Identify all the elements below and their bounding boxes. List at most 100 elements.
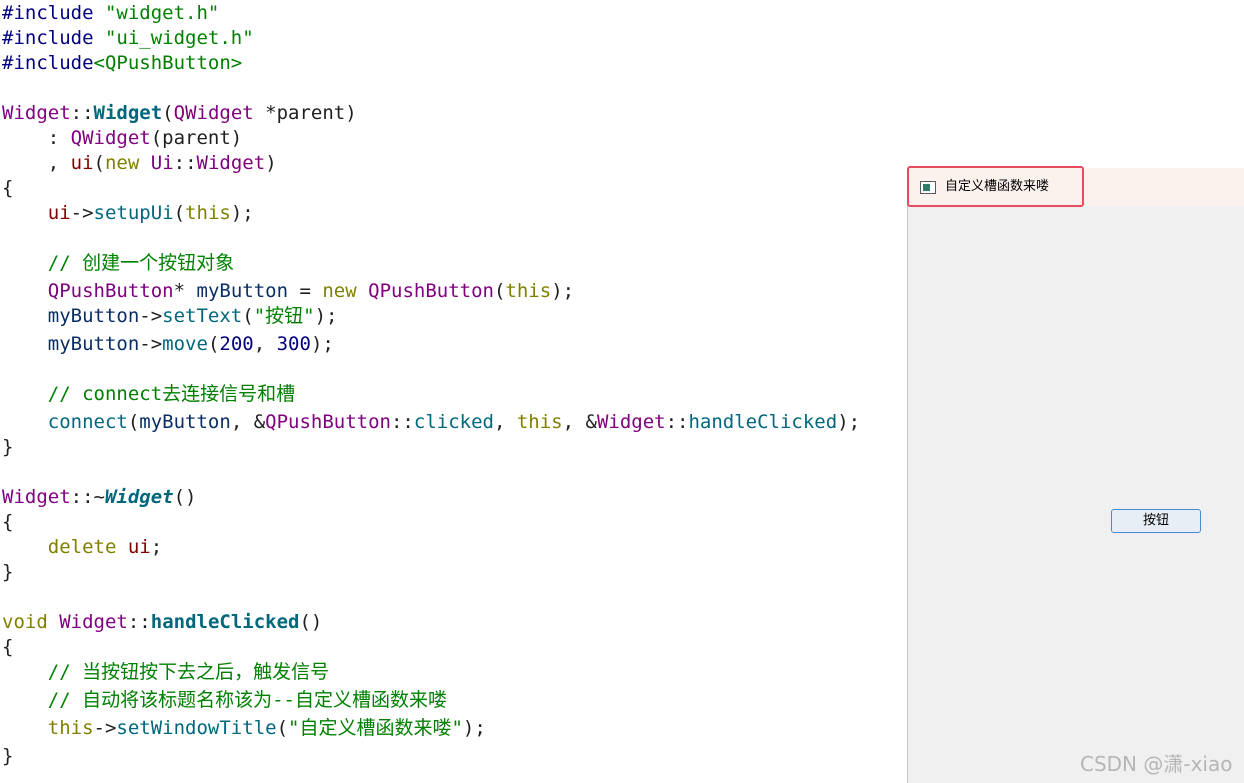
code-token: "widget.h" (104, 2, 220, 24)
code-token: Widget (104, 486, 174, 508)
code-token: myButton (196, 280, 289, 302)
code-token: #include (2, 52, 94, 74)
code-token: ); (314, 305, 338, 327)
code-token: ); (310, 333, 334, 355)
code-token: { (2, 636, 14, 658)
code-token: } (2, 436, 14, 458)
code-token: setupUi (93, 202, 174, 224)
code-token: ( (493, 280, 506, 302)
code-token: () (299, 611, 323, 633)
code-token: Widget (196, 152, 266, 174)
code-token: ); (551, 280, 575, 302)
code-token: ); (462, 717, 486, 739)
code-token: QPushButton (368, 280, 494, 302)
code-token: QWidget (173, 102, 254, 124)
code-token: Widget (93, 102, 163, 124)
code-token: ); (837, 411, 861, 433)
code-line: void Widget::handleClicked() (2, 610, 322, 635)
code-token: ui (127, 536, 151, 558)
code-token: handleClicked (150, 611, 300, 633)
code-token: connect (47, 411, 128, 433)
code-token: :: (173, 152, 197, 174)
code-token: myButton (47, 305, 140, 327)
code-token: myButton (47, 333, 140, 355)
code-token: #include (2, 2, 94, 24)
code-token: , (253, 333, 277, 355)
code-token: Widget (596, 411, 666, 433)
code-line: connect(myButton , & QPushButton::clicked,… (2, 410, 860, 435)
qt-app-window[interactable]: 自定义槽函数来喽 按钮 (907, 166, 1244, 783)
code-token: QPushButton (47, 280, 174, 302)
code-token: , (493, 411, 517, 433)
code-token: setText (162, 305, 243, 327)
code-token: 300 (276, 333, 311, 355)
code-token: <QPushButton> (93, 52, 243, 74)
code-token: setWindowTitle (116, 717, 277, 739)
code-token: "ui_widget.h" (104, 27, 254, 49)
code-line: // connect去连接信号和槽 (2, 382, 295, 407)
code-token: // connect去连接信号和槽 (2, 383, 296, 405)
code-line: myButton->setText("按钮"); (2, 304, 338, 329)
push-button[interactable]: 按钮 (1111, 509, 1201, 533)
code-token: = (288, 280, 323, 302)
code-token: * (173, 280, 197, 302)
window-titlebar[interactable]: 自定义槽函数来喽 (907, 166, 1244, 207)
code-token: Widget (2, 486, 71, 508)
code-token: QPushButton (265, 411, 391, 433)
code-token: myButton (139, 411, 231, 433)
code-token: : (2, 127, 71, 149)
code-token: // 自动将该标题名称该为--自定义槽函数来喽 (2, 689, 447, 711)
code-token: { (2, 177, 14, 199)
code-line: } (2, 560, 13, 585)
code-token: *parent) (253, 102, 357, 124)
code-token: :: (665, 411, 689, 433)
code-token: QWidget (70, 127, 151, 149)
code-line: Widget::Widget(QWidget *parent) (2, 101, 357, 126)
code-token: Widget (2, 102, 71, 124)
code-token: new (322, 280, 357, 302)
code-token: ( (242, 305, 254, 327)
code-token: ( (162, 102, 174, 124)
code-line: Widget::~Widget() (2, 485, 197, 510)
code-token: "自定义槽函数来喽" (288, 717, 463, 739)
code-line: myButton->move(200, 300); (2, 332, 334, 357)
code-line: #include "ui_widget.h" (2, 26, 254, 51)
code-token: , & (562, 411, 597, 433)
code-token: this (47, 717, 94, 739)
code-line: #include<QPushButton> (2, 51, 242, 76)
code-line: // 当按钮按下去之后，触发信号 (2, 660, 329, 685)
code-line: } (2, 744, 13, 769)
code-token: ( (93, 152, 105, 174)
code-token: ::~ (70, 486, 105, 508)
code-token: Widget (59, 611, 128, 633)
code-token: clicked (413, 411, 494, 433)
code-token: delete (47, 536, 117, 558)
code-token: -> (93, 717, 117, 739)
code-line: // 自动将该标题名称该为--自定义槽函数来喽 (2, 688, 447, 713)
code-token: (parent) (150, 127, 243, 149)
code-token: -> (139, 333, 163, 355)
code-token: void (2, 611, 48, 633)
code-token: :: (70, 102, 94, 124)
code-token: move (162, 333, 208, 355)
code-line: ui->setupUi(this); (2, 201, 254, 226)
code-line: QPushButton* myButton = new QPushButton(… (2, 279, 574, 304)
code-token: -> (70, 202, 94, 224)
code-line: { (2, 176, 13, 201)
code-token: } (2, 745, 14, 767)
code-token: ; (150, 536, 163, 558)
title-highlight-box (907, 166, 1084, 207)
code-token: this (516, 411, 563, 433)
code-line: { (2, 510, 13, 535)
code-line: #include "widget.h" (2, 1, 219, 26)
code-token: ui (70, 152, 94, 174)
code-line: // 创建一个按钮对象 (2, 251, 234, 276)
code-token: ( (127, 411, 140, 433)
